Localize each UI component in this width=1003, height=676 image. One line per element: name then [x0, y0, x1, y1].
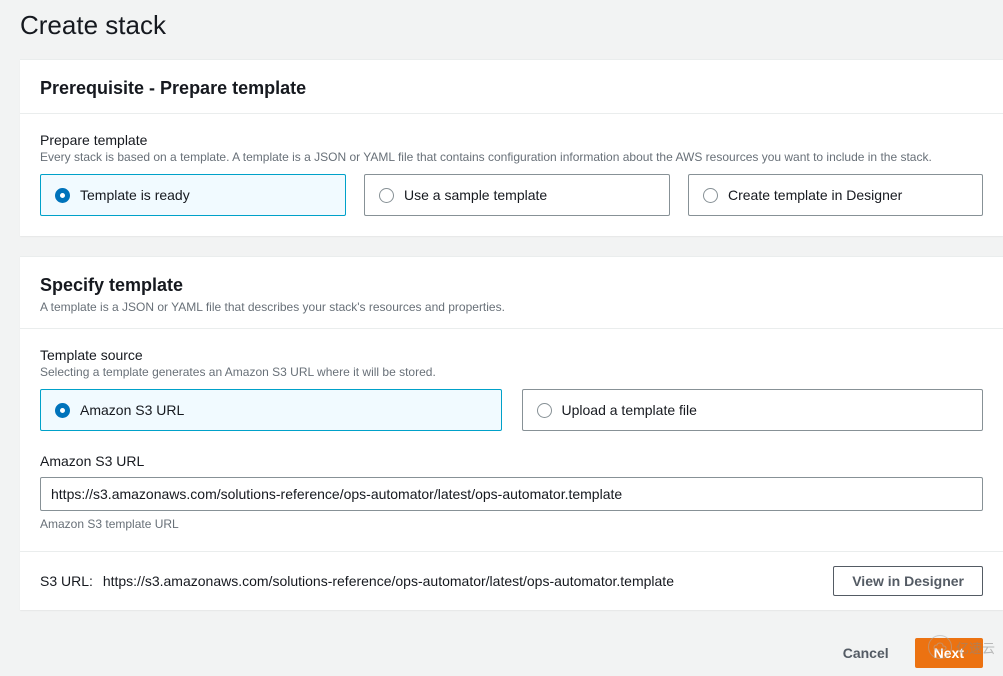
s3-url-footer-value: https://s3.amazonaws.com/solutions-refer…: [103, 573, 674, 589]
view-in-designer-button[interactable]: View in Designer: [833, 566, 983, 596]
specify-template-panel: Specify template A template is a JSON or…: [20, 256, 1003, 610]
radio-selected-icon: [55, 403, 70, 418]
prerequisite-panel: Prerequisite - Prepare template Prepare …: [20, 59, 1003, 236]
s3-url-display: S3 URL: https://s3.amazonaws.com/solutio…: [40, 573, 674, 589]
page-title: Create stack: [20, 10, 1003, 41]
prepare-template-desc: Every stack is based on a template. A te…: [40, 150, 983, 164]
option-template-ready-label: Template is ready: [80, 187, 190, 203]
prepare-template-label: Prepare template: [40, 132, 983, 148]
option-s3-url[interactable]: Amazon S3 URL: [40, 389, 502, 431]
specify-template-heading: Specify template: [40, 275, 983, 296]
radio-unselected-icon: [703, 188, 718, 203]
s3-url-label: Amazon S3 URL: [40, 453, 983, 469]
template-source-desc: Selecting a template generates an Amazon…: [40, 365, 983, 379]
option-sample-template-label: Use a sample template: [404, 187, 547, 203]
footer-actions: Cancel Next: [20, 630, 1003, 676]
radio-unselected-icon: [379, 188, 394, 203]
option-sample-template[interactable]: Use a sample template: [364, 174, 670, 216]
radio-selected-icon: [55, 188, 70, 203]
option-create-designer-label: Create template in Designer: [728, 187, 902, 203]
option-s3-url-label: Amazon S3 URL: [80, 402, 184, 418]
s3-url-hint: Amazon S3 template URL: [40, 517, 983, 531]
option-create-designer[interactable]: Create template in Designer: [688, 174, 983, 216]
option-upload-file-label: Upload a template file: [562, 402, 697, 418]
s3-url-footer-label: S3 URL:: [40, 573, 93, 589]
option-upload-file[interactable]: Upload a template file: [522, 389, 984, 431]
prerequisite-heading: Prerequisite - Prepare template: [40, 78, 983, 99]
radio-unselected-icon: [537, 403, 552, 418]
cancel-button[interactable]: Cancel: [825, 638, 907, 668]
template-source-label: Template source: [40, 347, 983, 363]
option-template-ready[interactable]: Template is ready: [40, 174, 346, 216]
s3-url-input[interactable]: [40, 477, 983, 511]
next-button[interactable]: Next: [915, 638, 983, 668]
specify-template-desc: A template is a JSON or YAML file that d…: [40, 300, 983, 314]
